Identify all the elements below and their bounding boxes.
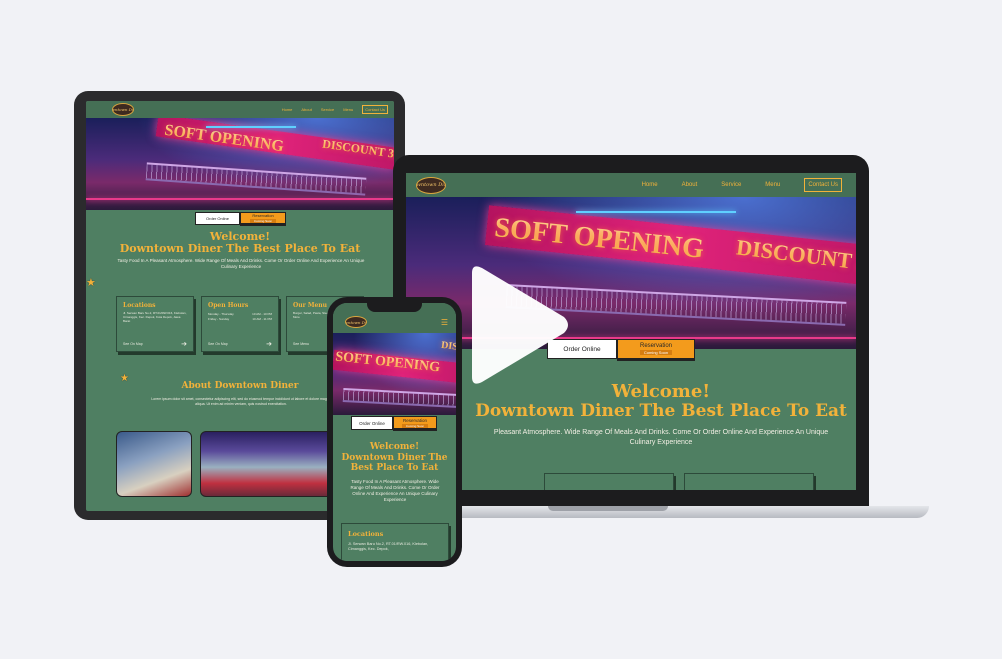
tablet-title-heading: Downtown Diner The Best Place To Eat xyxy=(119,242,361,255)
tablet-navbar: Downtown Diner Home About Service Menu C… xyxy=(86,101,394,118)
phone-welcome-heading: Welcome! xyxy=(369,442,420,452)
tablet-cta-row: Order Online Reservation Coming Soon xyxy=(195,212,286,226)
laptop-nav-about[interactable]: About xyxy=(682,182,698,188)
phone-title-line3: Best Place To Eat xyxy=(350,463,439,473)
laptop-nav-menu[interactable]: Menu xyxy=(765,182,780,188)
phone-tagline: Tasty Food In A Pleasant Atmosphere. Wid… xyxy=(350,479,440,503)
laptop-coming-soon-label: Coming Soon xyxy=(639,350,673,355)
tablet-card-link[interactable]: See On Map xyxy=(123,342,143,346)
hamburger-menu-icon[interactable]: ☰ xyxy=(441,318,448,327)
tablet-card-text: Jl. Serwan Baru No.2, RT.01/RW.016, Kleb… xyxy=(123,311,187,324)
phone-card-title: Locations xyxy=(348,530,384,538)
tablet-welcome-heading: Welcome! xyxy=(209,230,271,243)
laptop-nav-service[interactable]: Service xyxy=(721,182,741,188)
laptop-tagline-line1: Pleasant Atmosphere. Wide Range Of Meals… xyxy=(493,429,829,436)
tablet-nav-menu[interactable]: Menu xyxy=(343,107,353,112)
tablet-card-locations: Locations Jl. Serwan Baru No.2, RT.01/RW… xyxy=(116,296,194,352)
play-icon[interactable] xyxy=(452,263,572,387)
tablet-nav-about[interactable]: About xyxy=(301,107,311,112)
phone-reservation-label: Reservation xyxy=(402,417,427,423)
tablet-card-hours: Open Hours Monday - Thursday 10 AM - 10 … xyxy=(201,296,279,352)
tablet-hours-time: 10 AM - 11 PM xyxy=(252,317,272,322)
laptop-nav-contact[interactable]: Contact Us xyxy=(804,178,842,192)
tablet-about-text: Lorem ipsum dolor sit amet, consectetur … xyxy=(151,397,331,406)
laptop-reservation-button[interactable]: Reservation Coming Soon xyxy=(617,339,695,361)
laptop-card-menu xyxy=(684,473,814,490)
phone-screen: Downtown Diner ☰ SOFT OPENING DISCOUNT O… xyxy=(333,303,456,561)
laptop-card-hours xyxy=(544,473,674,490)
laptop-reservation-label: Reservation xyxy=(639,343,672,349)
laptop-title-heading: Downtown Diner The Best Place To Eat xyxy=(475,401,847,421)
phone-notch xyxy=(367,303,422,312)
tablet-card-title: Open Hours xyxy=(208,302,249,309)
tablet-nav-home[interactable]: Home xyxy=(282,107,293,112)
phone-reservation-button[interactable]: Reservation Coming Soon xyxy=(393,416,437,431)
tablet-nav-contact[interactable]: Contact Us xyxy=(362,105,388,114)
tablet-tagline: Tasty Food In A Pleasant Atmosphere. Wid… xyxy=(117,258,365,270)
tablet-order-online-button[interactable]: Order Online xyxy=(195,212,240,225)
tablet-reservation-button[interactable]: Reservation Coming Soon xyxy=(240,212,286,226)
phone-cta-row: Order Online Reservation Coming Soon xyxy=(351,416,437,431)
tablet-logo[interactable]: Downtown Diner xyxy=(112,103,134,116)
tablet-reservation-label: Reservation xyxy=(252,213,274,218)
tablet-hours-row: Monday - Thursday 10 AM - 10 PM xyxy=(208,312,272,316)
laptop-nav-home[interactable]: Home xyxy=(642,182,658,188)
arrow-right-icon[interactable]: ➔ xyxy=(181,340,187,348)
phone-hero-image: SOFT OPENING DISCOUNT xyxy=(333,333,456,415)
laptop-navbar: Downtown Diner Home About Service Menu C… xyxy=(406,173,856,197)
tablet-food-photo xyxy=(116,431,192,497)
tablet-card-link[interactable]: See On Map xyxy=(208,342,228,346)
phone-card-locations: Locations Jl. Serwan Baru No.2, RT.01/RW… xyxy=(341,523,449,561)
tablet-hours-day: Friday - Sunday xyxy=(208,317,230,322)
arrow-right-icon[interactable]: ➔ xyxy=(266,340,272,348)
laptop-notch xyxy=(548,506,668,511)
laptop-logo[interactable]: Downtown Diner xyxy=(416,176,446,194)
tablet-card-link[interactable]: See Menu xyxy=(293,342,309,346)
phone-device: Downtown Diner ☰ SOFT OPENING DISCOUNT O… xyxy=(327,297,462,567)
tablet-hours-row: Friday - Sunday 10 AM - 11 PM xyxy=(208,317,272,321)
tablet-coming-soon-label: Coming Soon xyxy=(249,219,277,223)
phone-logo[interactable]: Downtown Diner xyxy=(345,316,367,328)
star-icon: ★ xyxy=(86,276,96,289)
tablet-nav-service[interactable]: Service xyxy=(321,107,334,112)
tablet-hours-time: 10 AM - 10 PM xyxy=(252,312,272,316)
phone-order-online-button[interactable]: Order Online xyxy=(351,416,393,430)
laptop-tagline-line2: Culinary Experience xyxy=(629,439,693,446)
tablet-hero-image: SOFT OPENING DISCOUNT 30 xyxy=(86,118,394,210)
tablet-card-title: Locations xyxy=(123,302,156,309)
tablet-hours-day: Monday - Thursday xyxy=(208,312,234,316)
phone-coming-soon-label: Coming Soon xyxy=(401,423,429,428)
phone-card-text: Jl. Serwan Baru No.2, RT.01/RW.016, Kleb… xyxy=(348,542,429,552)
